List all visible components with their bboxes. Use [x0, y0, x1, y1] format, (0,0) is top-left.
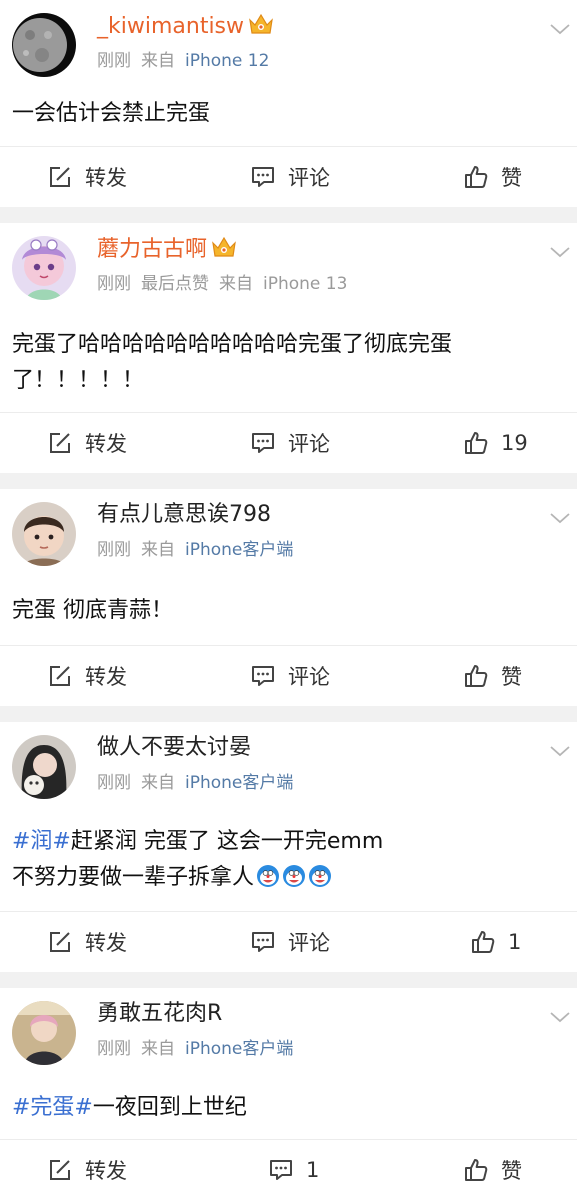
username[interactable]: 有点儿意思诶798: [97, 501, 271, 529]
source-device[interactable]: iPhone 12: [185, 51, 269, 71]
edit-square-icon: [50, 932, 70, 952]
like-button[interactable]: 赞: [463, 646, 522, 706]
action-bar: 转发 评论 1: [0, 911, 577, 972]
like-button[interactable]: 赞: [463, 1140, 522, 1200]
chevron-down-icon[interactable]: [549, 22, 571, 36]
like-button[interactable]: 赞: [463, 147, 522, 207]
repost-button[interactable]: 转发: [47, 646, 127, 706]
vip-crown-icon: [212, 236, 236, 257]
source-device[interactable]: iPhone客户端: [185, 1039, 293, 1059]
edit-square-icon: [50, 666, 70, 686]
post-text: #润#赶紧润 完蛋了 这会一开完emm 不努力要做一辈子拆拿人: [12, 829, 384, 890]
doraemon-emoji-icon: [257, 865, 280, 887]
repost-button[interactable]: 转发: [47, 1140, 127, 1200]
action-bar: 转发 评论 19: [0, 412, 577, 473]
action-bar: 转发 评论 赞: [0, 146, 577, 207]
post-text: #完蛋#一夜回到上世纪: [12, 1095, 247, 1120]
comment-bubble-icon: [252, 666, 274, 686]
avatar[interactable]: [12, 735, 76, 799]
comment-button[interactable]: 评论: [250, 912, 330, 972]
avatar[interactable]: [12, 1001, 76, 1065]
avatar[interactable]: [12, 502, 76, 566]
comment-button[interactable]: 1: [268, 1140, 319, 1200]
post-text: 完蛋了哈哈哈哈哈哈哈哈哈哈完蛋了彻底完蛋 了！！！！！: [12, 332, 453, 393]
chevron-down-icon[interactable]: [549, 744, 571, 758]
post-meta: 刚刚 来自 iPhone 12: [97, 51, 270, 71]
edit-square-icon: [50, 433, 70, 453]
post-text: 完蛋 彻底青蒜！: [12, 598, 173, 623]
avatar[interactable]: [12, 236, 76, 300]
post-meta: 刚刚 来自 iPhone客户端: [97, 540, 294, 560]
chevron-down-icon[interactable]: [549, 511, 571, 525]
doraemon-emoji-icon: [283, 865, 306, 887]
comment-bubble-icon: [252, 932, 274, 952]
username[interactable]: 勇敢五花肉R: [97, 1000, 222, 1028]
source-device[interactable]: iPhone客户端: [185, 540, 293, 560]
like-button[interactable]: 1: [470, 912, 521, 972]
thumbs-up-icon: [465, 1159, 488, 1181]
username[interactable]: _kiwimantisw: [97, 12, 274, 41]
post-card[interactable]: 勇敢五花肉R 刚刚 来自 iPhone客户端 #完蛋#一夜回到上世纪 转发 1 赞: [0, 988, 577, 1200]
thumbs-up-icon: [472, 931, 495, 953]
post-card[interactable]: _kiwimantisw 刚刚 来自 iPhone 12 一会估计会禁止完蛋 转发 …: [0, 0, 577, 207]
post-card[interactable]: 有点儿意思诶798 刚刚 来自 iPhone客户端 完蛋 彻底青蒜！ 转发 评论 赞: [0, 489, 577, 706]
post-card[interactable]: 做人不要太讨晏 刚刚 来自 iPhone客户端 #润#赶紧润 完蛋了 这会一开完em…: [0, 722, 577, 972]
username[interactable]: 蘑力古古啊: [97, 235, 237, 264]
chevron-down-icon[interactable]: [549, 1010, 571, 1024]
comment-bubble-icon: [270, 1160, 292, 1180]
post-meta: 刚刚 来自 iPhone客户端: [97, 773, 294, 793]
edit-square-icon: [50, 167, 70, 187]
source-device[interactable]: iPhone 13: [263, 274, 347, 294]
hashtag-link[interactable]: #完蛋#: [12, 1095, 93, 1120]
post-card[interactable]: 蘑力古古啊 刚刚 最后点赞 来自 iPhone 13 完蛋了哈哈哈哈哈哈哈哈哈哈完蛋了…: [0, 223, 577, 473]
vip-crown-icon: [249, 13, 273, 34]
like-button[interactable]: 19: [463, 413, 528, 473]
thumbs-up-icon: [465, 432, 488, 454]
doraemon-emoji-icon: [309, 865, 332, 887]
comment-button[interactable]: 评论: [250, 413, 330, 473]
source-device[interactable]: iPhone客户端: [185, 773, 293, 793]
repost-button[interactable]: 转发: [47, 912, 127, 972]
thumbs-up-icon: [465, 665, 488, 687]
username[interactable]: 做人不要太讨晏: [97, 734, 251, 762]
thumbs-up-icon: [465, 166, 488, 188]
comment-bubble-icon: [252, 433, 274, 453]
post-meta: 刚刚 最后点赞 来自 iPhone 13: [97, 274, 348, 294]
avatar[interactable]: [12, 13, 76, 77]
repost-button[interactable]: 转发: [47, 413, 127, 473]
post-meta: 刚刚 来自 iPhone客户端: [97, 1039, 294, 1059]
hashtag-link[interactable]: #润#: [12, 829, 71, 854]
action-bar: 转发 评论 赞: [0, 645, 577, 706]
chevron-down-icon[interactable]: [549, 245, 571, 259]
comment-bubble-icon: [252, 167, 274, 187]
edit-square-icon: [50, 1160, 70, 1180]
post-text: 一会估计会禁止完蛋: [12, 101, 211, 126]
comment-button[interactable]: 评论: [250, 646, 330, 706]
action-bar: 转发 1 赞: [0, 1139, 577, 1200]
repost-button[interactable]: 转发: [47, 147, 127, 207]
comment-button[interactable]: 评论: [250, 147, 330, 207]
